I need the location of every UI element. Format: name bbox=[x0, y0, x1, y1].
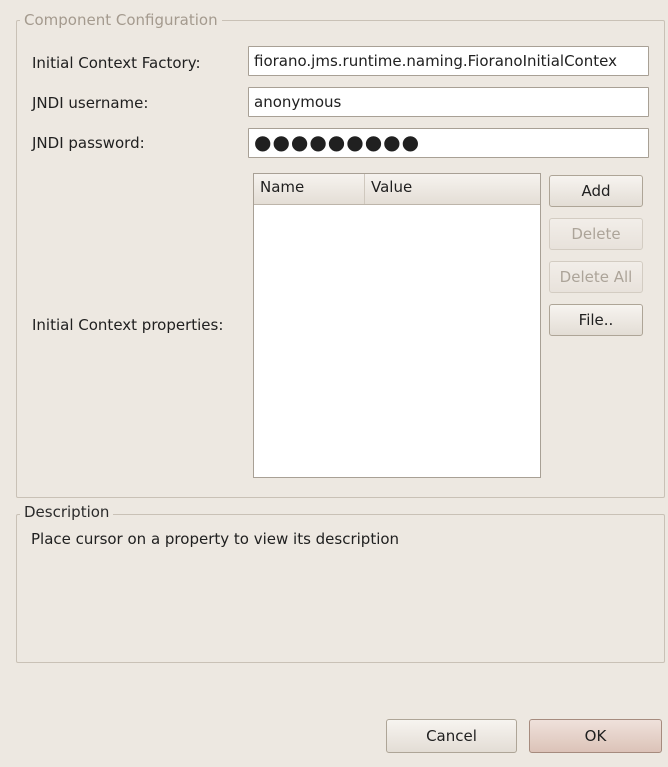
ok-button[interactable]: OK bbox=[529, 719, 662, 753]
add-button[interactable]: Add bbox=[549, 175, 643, 207]
delete-button[interactable]: Delete bbox=[549, 218, 643, 250]
properties-table-header: Name Value bbox=[254, 174, 540, 205]
cancel-button[interactable]: Cancel bbox=[386, 719, 517, 753]
initial-context-properties-label: Initial Context properties: bbox=[32, 316, 224, 334]
column-header-value[interactable]: Value bbox=[365, 174, 418, 204]
jndi-password-label: JNDI password: bbox=[32, 134, 145, 152]
initial-context-factory-field[interactable]: fiorano.jms.runtime.naming.FioranoInitia… bbox=[248, 46, 649, 76]
initial-context-factory-label: Initial Context Factory: bbox=[32, 54, 201, 72]
properties-table-body[interactable] bbox=[254, 205, 540, 477]
component-configuration-title: Component Configuration bbox=[20, 11, 222, 29]
column-header-name[interactable]: Name bbox=[254, 174, 365, 204]
description-text: Place cursor on a property to view its d… bbox=[31, 530, 400, 548]
jndi-username-label: JNDI username: bbox=[32, 94, 149, 112]
delete-all-button[interactable]: Delete All bbox=[549, 261, 643, 293]
description-title: Description bbox=[20, 503, 114, 521]
jndi-username-field[interactable]: anonymous bbox=[248, 87, 649, 117]
jndi-password-field[interactable]: ●●●●●●●●● bbox=[248, 128, 649, 158]
file-button[interactable]: File.. bbox=[549, 304, 643, 336]
properties-table[interactable]: Name Value bbox=[253, 173, 541, 478]
